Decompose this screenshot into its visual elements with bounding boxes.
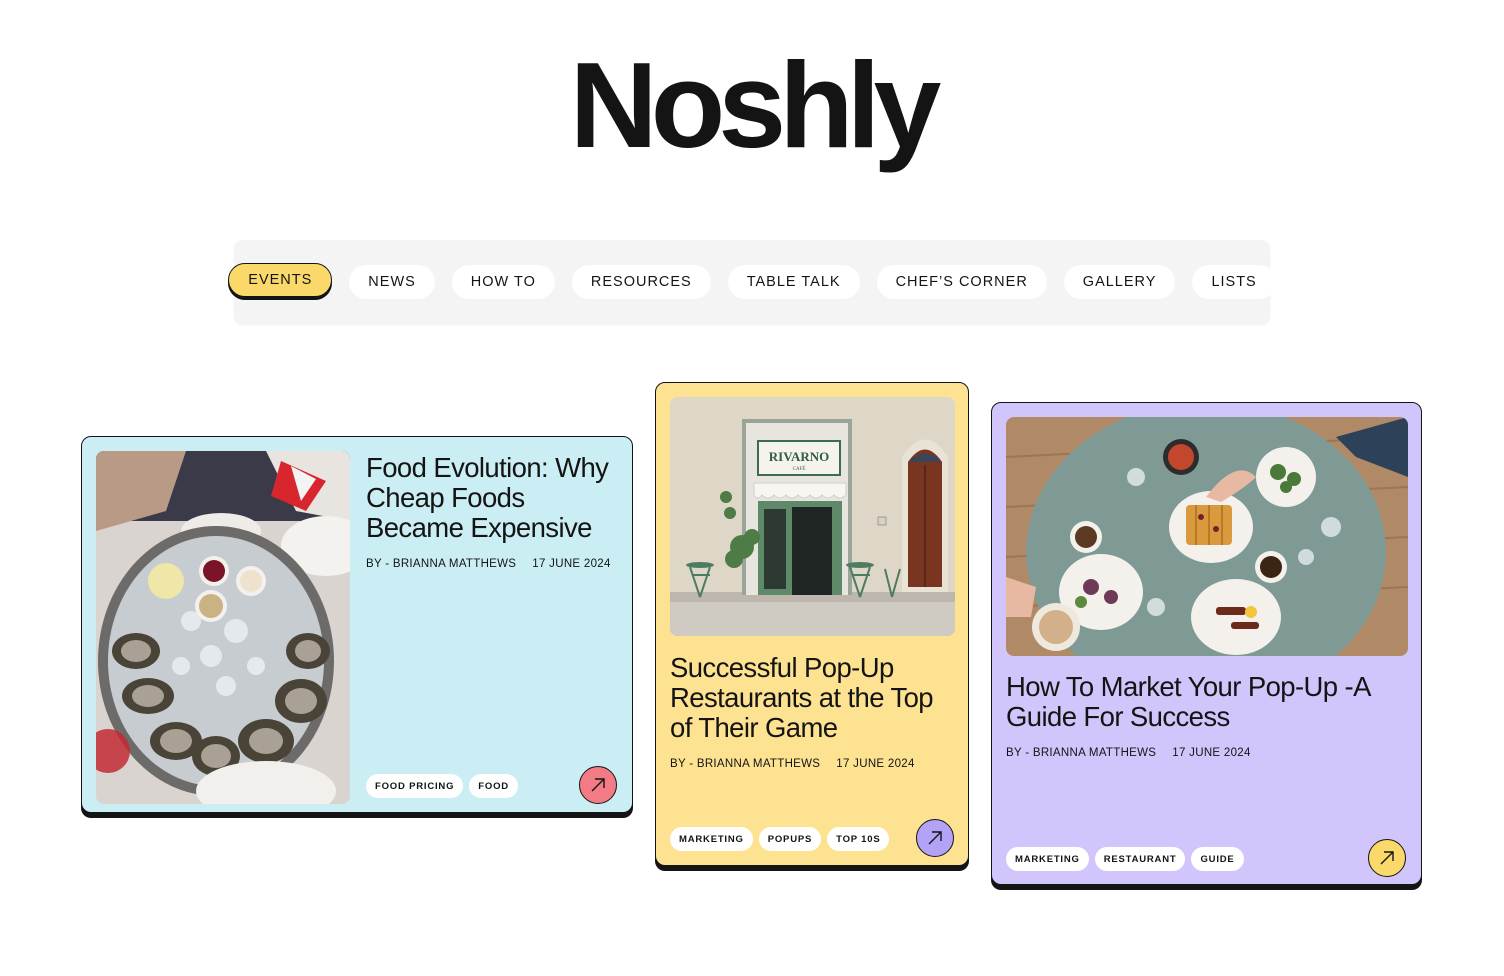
category-nav: EVENTS NEWS HOW TO RESOURCES TABLE TALK … bbox=[228, 240, 1276, 324]
open-article-button[interactable] bbox=[579, 766, 617, 804]
arrow-up-right-icon bbox=[591, 778, 605, 792]
tag-guide[interactable]: GUIDE bbox=[1191, 847, 1244, 871]
article-meta: BY - BRIANNA MATTHEWS 17 JUNE 2024 bbox=[366, 558, 611, 570]
article-meta: BY - BRIANNA MATTHEWS 17 JUNE 2024 bbox=[1006, 747, 1251, 759]
article-author: BY - BRIANNA MATTHEWS bbox=[1006, 747, 1157, 759]
article-date: 17 JUNE 2024 bbox=[836, 758, 915, 770]
brunch-table-image[interactable] bbox=[1006, 417, 1408, 656]
site-logo[interactable]: Noshly bbox=[0, 44, 1504, 166]
nav-item-events[interactable]: EVENTS bbox=[228, 263, 333, 297]
cafe-sign-text: RIVARNO bbox=[769, 449, 829, 464]
article-card-market-your-pop-up[interactable]: How To Market Your Pop-Up -A Guide For S… bbox=[991, 402, 1422, 885]
cafe-storefront-image[interactable]: RIVARNO CAFÉ bbox=[670, 397, 955, 636]
article-author: BY - BRIANNA MATTHEWS bbox=[366, 558, 517, 570]
article-tags: MARKETING RESTAURANT GUIDE bbox=[1006, 847, 1244, 871]
article-title[interactable]: Food Evolution: Why Cheap Foods Became E… bbox=[366, 453, 626, 543]
nav-item-news[interactable]: NEWS bbox=[349, 265, 435, 299]
article-date: 17 JUNE 2024 bbox=[1172, 747, 1251, 759]
page: Noshly EVENTS NEWS HOW TO RESOURCES TABL… bbox=[0, 0, 1504, 976]
article-author: BY - BRIANNA MATTHEWS bbox=[670, 758, 821, 770]
nav-item-gallery[interactable]: GALLERY bbox=[1063, 265, 1176, 299]
open-article-button[interactable] bbox=[1368, 839, 1406, 877]
oysters-platter-image[interactable] bbox=[96, 451, 350, 804]
article-card-food-evolution[interactable]: Food Evolution: Why Cheap Foods Became E… bbox=[81, 436, 633, 813]
tag-food[interactable]: FOOD bbox=[469, 774, 518, 798]
nav-item-chefs-corner[interactable]: CHEF’S CORNER bbox=[876, 265, 1047, 299]
article-title[interactable]: How To Market Your Pop-Up -A Guide For S… bbox=[1006, 672, 1416, 732]
nav-item-resources[interactable]: RESOURCES bbox=[571, 265, 711, 299]
article-tags: MARKETING POPUPS TOP 10S bbox=[670, 827, 890, 851]
tag-marketing[interactable]: MARKETING bbox=[670, 827, 753, 851]
article-tags: FOOD PRICING FOOD bbox=[366, 774, 518, 798]
tag-marketing[interactable]: MARKETING bbox=[1006, 847, 1089, 871]
tag-food-pricing[interactable]: FOOD PRICING bbox=[366, 774, 464, 798]
article-meta: BY - BRIANNA MATTHEWS 17 JUNE 2024 bbox=[670, 758, 915, 770]
arrow-up-right-icon bbox=[1380, 851, 1394, 865]
open-article-button[interactable] bbox=[916, 819, 954, 857]
article-date: 17 JUNE 2024 bbox=[532, 558, 611, 570]
cafe-sign-subtext: CAFÉ bbox=[793, 466, 806, 472]
nav-item-how-to[interactable]: HOW TO bbox=[451, 265, 555, 299]
tag-top-10s[interactable]: TOP 10S bbox=[827, 827, 890, 851]
nav-item-table-talk[interactable]: TABLE TALK bbox=[727, 265, 860, 299]
tag-popups[interactable]: POPUPS bbox=[758, 827, 822, 851]
nav-item-lists[interactable]: LISTS bbox=[1192, 265, 1276, 299]
article-title[interactable]: Successful Pop-Up Restaurants at the Top… bbox=[670, 653, 960, 743]
article-card-pop-up-restaurants[interactable]: RIVARNO CAFÉ Successful Pop-Up Restauran… bbox=[655, 382, 969, 866]
arrow-up-right-icon bbox=[928, 831, 942, 845]
tag-restaurant[interactable]: RESTAURANT bbox=[1094, 847, 1186, 871]
